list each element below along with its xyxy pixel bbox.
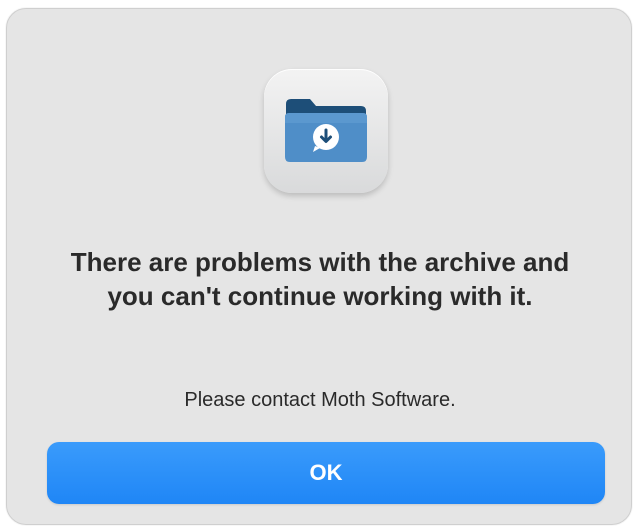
alert-dialog: There are problems with the archive and …: [6, 8, 632, 525]
archive-folder-download-icon: [285, 99, 367, 162]
ok-button[interactable]: OK: [47, 442, 605, 504]
dialog-message: Please contact Moth Software.: [184, 389, 456, 411]
dialog-title: There are problems with the archive and …: [70, 247, 570, 311]
app-icon: [264, 69, 388, 193]
